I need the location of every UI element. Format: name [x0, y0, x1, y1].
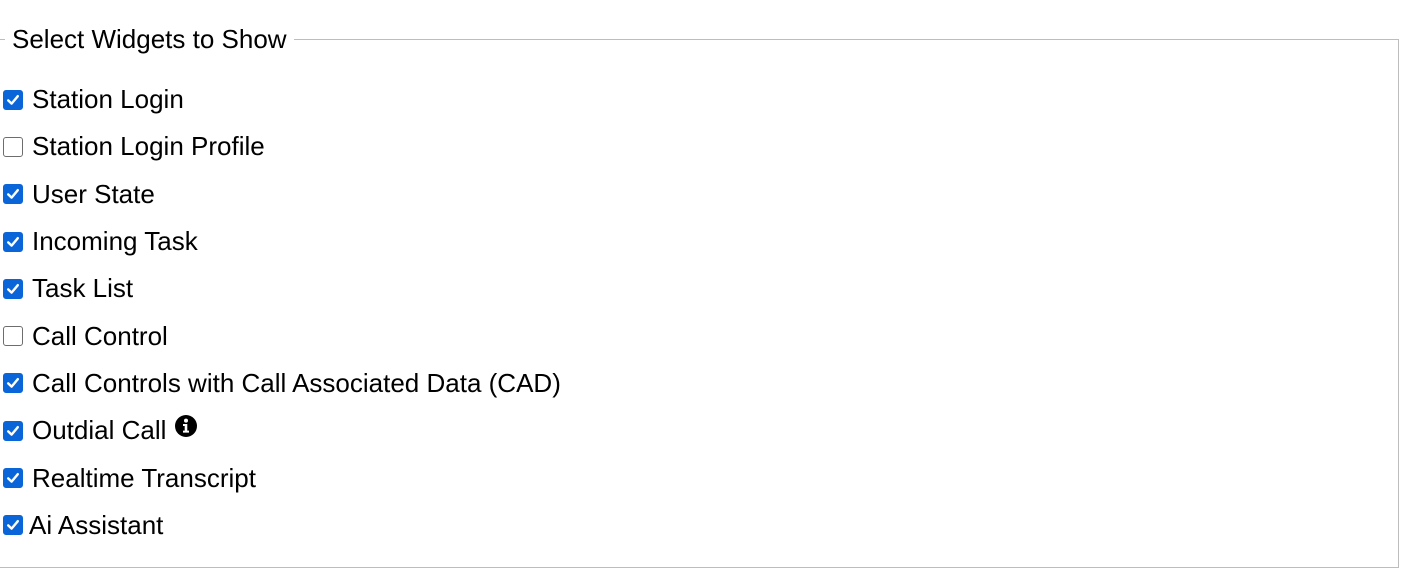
ai-assistant-checkbox[interactable] [3, 515, 23, 536]
widget-item-realtime-transcript[interactable]: Realtime Transcript [3, 454, 561, 501]
station-login-checkbox[interactable] [3, 89, 23, 110]
call-control-checkbox[interactable] [3, 326, 23, 347]
widget-item-user-state[interactable]: User State [3, 171, 561, 218]
realtime-transcript-checkbox[interactable] [3, 468, 23, 489]
widget-item-ai-assistant[interactable]: Ai Assistant [3, 502, 561, 549]
widget-item-call-controls-cad[interactable]: Call Controls with Call Associated Data … [3, 360, 561, 407]
widget-label: Station Login [32, 84, 184, 115]
widget-label: Ai Assistant [29, 509, 164, 540]
user-state-checkbox[interactable] [3, 184, 23, 205]
fieldset-legend: Select Widgets to Show [5, 22, 294, 56]
widget-label: User State [32, 178, 155, 209]
station-login-profile-checkbox[interactable] [3, 136, 23, 157]
widget-label: Incoming Task [32, 226, 198, 257]
outdial-call-checkbox[interactable] [3, 420, 23, 441]
task-list-checkbox[interactable] [3, 278, 23, 299]
widget-label: Station Login Profile [32, 131, 265, 162]
widget-label: Task List [32, 273, 134, 304]
widget-item-incoming-task[interactable]: Incoming Task [3, 218, 561, 265]
widget-label: Call Controls with Call Associated Data … [32, 367, 561, 398]
widget-label: Realtime Transcript [32, 462, 256, 493]
widget-item-station-login[interactable]: Station Login [3, 76, 561, 123]
info-icon[interactable] [175, 414, 198, 437]
widget-label: Outdial Call [32, 415, 167, 446]
call-controls-cad-checkbox[interactable] [3, 373, 23, 394]
widget-item-outdial-call[interactable]: Outdial Call [3, 407, 561, 454]
widget-list: Station Login Station Login Profile User… [3, 76, 561, 549]
widget-item-call-control[interactable]: Call Control [3, 312, 561, 359]
incoming-task-checkbox[interactable] [3, 231, 23, 252]
widget-item-task-list[interactable]: Task List [3, 265, 561, 312]
widget-label: Call Control [32, 320, 168, 351]
widget-item-station-login-profile[interactable]: Station Login Profile [3, 123, 561, 170]
